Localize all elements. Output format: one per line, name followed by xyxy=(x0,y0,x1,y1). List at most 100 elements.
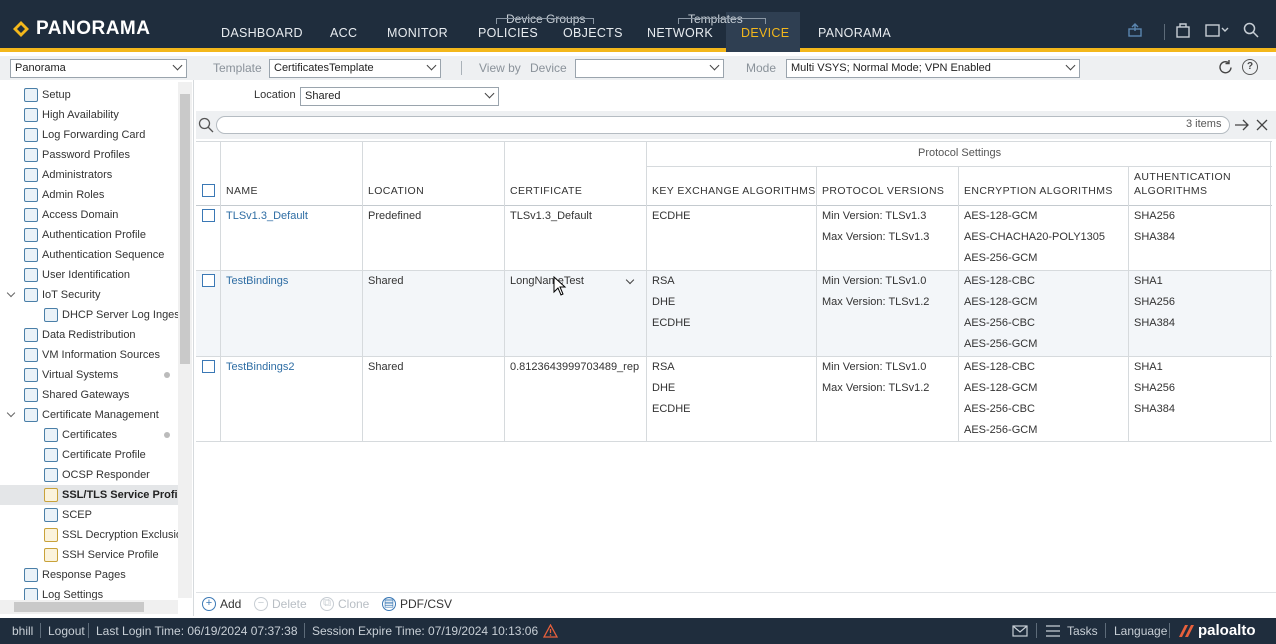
sidebar-item-authentication-profile[interactable]: Authentication Profile xyxy=(24,225,146,245)
iot-security-icon xyxy=(24,288,38,302)
delete-button[interactable]: − Delete xyxy=(254,597,307,611)
sidebar-item-certificate-management[interactable]: Certificate Management xyxy=(6,405,159,425)
sidebar-item-vm-information-sources[interactable]: VM Information Sources xyxy=(24,345,160,365)
row-checkbox[interactable] xyxy=(202,360,215,373)
sidebar-item-response-pages[interactable]: Response Pages xyxy=(24,565,126,585)
sidebar-item-dhcp-server-log-ingestion[interactable]: DHCP Server Log Inges xyxy=(44,305,180,325)
sidebar-item-password-profiles[interactable]: Password Profiles xyxy=(24,145,130,165)
context-select[interactable]: Panorama xyxy=(10,59,187,78)
expand-chevron-icon[interactable] xyxy=(6,288,16,298)
export-icon: ▤ xyxy=(382,597,396,611)
clone-icon: ⧉ xyxy=(320,597,334,611)
nav-objects[interactable]: OBJECTS xyxy=(563,26,623,40)
tasks-link[interactable]: Tasks xyxy=(1067,624,1098,638)
pdf-csv-button[interactable]: ▤ PDF/CSV xyxy=(382,597,452,611)
scrollbar-thumb[interactable] xyxy=(14,602,144,612)
help-icon[interactable]: ? xyxy=(1242,59,1258,75)
session-expire-time: Session Expire Time: 07/19/2024 10:13:06 xyxy=(312,624,539,638)
refresh-icon[interactable] xyxy=(1217,59,1234,76)
sidebar-item-ssh-service-profile[interactable]: SSH Service Profile xyxy=(44,545,159,565)
apply-filter-arrow-icon[interactable] xyxy=(1234,119,1250,131)
nav-monitor[interactable]: MONITOR xyxy=(387,26,448,40)
mail-icon[interactable] xyxy=(1012,625,1028,637)
filter-search-input[interactable] xyxy=(216,116,1230,134)
col-header-certificate[interactable]: CERTIFICATE xyxy=(510,185,582,197)
sidebar-vertical-scrollbar[interactable] xyxy=(178,82,192,598)
sidebar-item-log-forwarding-card[interactable]: Log Forwarding Card xyxy=(24,125,145,145)
sidebar-item-ssl-decryption-exclusion[interactable]: SSL Decryption Exclusio xyxy=(44,525,182,545)
mode-select[interactable]: Multi VSYS; Normal Mode; VPN Enabled xyxy=(786,59,1080,78)
select-all-checkbox[interactable] xyxy=(202,184,215,197)
config-lock-icon[interactable] xyxy=(1175,22,1191,38)
sidebar-item-high-availability[interactable]: High Availability xyxy=(24,105,119,125)
sidebar-item-setup[interactable]: Setup xyxy=(24,85,71,105)
nav-acc[interactable]: ACC xyxy=(330,26,357,40)
sidebar-horizontal-scrollbar[interactable] xyxy=(0,600,178,614)
certificate-profile-icon xyxy=(44,448,58,462)
nav-network[interactable]: NETWORK xyxy=(647,26,713,40)
nav-panorama[interactable]: PANORAMA xyxy=(818,26,891,40)
col-header-protocol-versions[interactable]: PROTOCOL VERSIONS xyxy=(822,185,944,197)
row-certificate[interactable]: LongNameTest xyxy=(510,275,584,287)
sidebar-item-virtual-systems[interactable]: Virtual Systems xyxy=(24,365,118,385)
sidebar-item-label: Administrators xyxy=(42,169,113,181)
row-auth: SHA384 xyxy=(1134,317,1175,329)
sidebar-item-label: Setup xyxy=(42,89,71,101)
sidebar-item-access-domain[interactable]: Access Domain xyxy=(24,205,118,225)
logout-link[interactable]: Logout xyxy=(48,624,85,638)
sidebar-item-user-identification[interactable]: User Identification xyxy=(24,265,130,285)
col-header-location[interactable]: LOCATION xyxy=(368,185,424,197)
panorama-logo[interactable]: PANORAMA xyxy=(12,18,150,40)
user-identification-icon xyxy=(24,268,38,282)
sidebar-item-admin-roles[interactable]: Admin Roles xyxy=(24,185,104,205)
sidebar-item-shared-gateways[interactable]: Shared Gateways xyxy=(24,385,129,405)
expand-chevron-icon[interactable] xyxy=(6,408,16,418)
nav-device[interactable]: DEVICE xyxy=(741,26,789,40)
sidebar-item-data-redistribution[interactable]: Data Redistribution xyxy=(24,325,136,345)
config-menu-icon[interactable] xyxy=(1205,22,1231,38)
location-select[interactable]: Shared xyxy=(300,87,499,106)
sidebar-item-ocsp-responder[interactable]: OCSP Responder xyxy=(44,465,150,485)
row-name-link[interactable]: TestBindings xyxy=(226,275,288,287)
clear-filter-icon[interactable] xyxy=(1256,119,1268,131)
divider xyxy=(40,623,41,638)
col-header-key-exchange[interactable]: KEY EXCHANGE ALGORITHMS xyxy=(652,185,816,197)
grid-line xyxy=(362,141,363,441)
chevron-down-icon xyxy=(484,88,495,99)
grid-line xyxy=(1128,166,1129,441)
sidebar-item-label: DHCP Server Log Inges xyxy=(62,309,180,321)
row-enc: AES-CHACHA20-POLY1305 xyxy=(964,231,1106,243)
sidebar-item-ssl-tls-service-profile[interactable]: SSL/TLS Service Profile xyxy=(0,485,187,505)
language-link[interactable]: Language xyxy=(1114,624,1167,638)
col-header-encryption[interactable]: ENCRYPTION ALGORITHMS xyxy=(964,185,1113,197)
sidebar-item-iot-security[interactable]: IoT Security xyxy=(6,285,101,305)
grid-line xyxy=(196,270,1272,271)
tasks-icon[interactable] xyxy=(1045,624,1061,638)
device-select[interactable] xyxy=(575,59,724,78)
sidebar-item-certificate-profile[interactable]: Certificate Profile xyxy=(44,445,146,465)
sidebar-item-administrators[interactable]: Administrators xyxy=(24,165,112,185)
warning-icon[interactable] xyxy=(543,624,558,638)
nav-group-bracket xyxy=(678,18,766,24)
row-name-link[interactable]: TestBindings2 xyxy=(226,361,295,373)
row-checkbox[interactable] xyxy=(202,274,215,287)
row-name-link[interactable]: TLSv1.3_Default xyxy=(226,210,308,222)
clone-button[interactable]: ⧉ Clone xyxy=(320,597,369,611)
mode-select-value: Multi VSYS; Normal Mode; VPN Enabled xyxy=(791,62,991,74)
sidebar-item-scep[interactable]: SCEP xyxy=(44,505,92,525)
nav-policies[interactable]: POLICIES xyxy=(478,26,538,40)
scrollbar-thumb[interactable] xyxy=(180,94,190,364)
row-enc: AES-256-GCM xyxy=(964,252,1038,264)
template-select[interactable]: CertificatesTemplate xyxy=(269,59,441,78)
commit-icon[interactable] xyxy=(1127,22,1143,38)
grid-line xyxy=(1270,141,1271,441)
item-count: 3 items xyxy=(1186,118,1222,130)
search-icon[interactable] xyxy=(1243,22,1259,38)
nav-dashboard[interactable]: DASHBOARD xyxy=(221,26,303,40)
sidebar-item-authentication-sequence[interactable]: Authentication Sequence xyxy=(24,245,164,265)
col-header-name[interactable]: NAME xyxy=(226,185,258,197)
sidebar-item-certificates[interactable]: Certificates xyxy=(44,425,117,445)
col-header-authentication[interactable]: AUTHENTICATION xyxy=(1134,171,1231,183)
add-button[interactable]: + Add xyxy=(202,597,241,611)
row-checkbox[interactable] xyxy=(202,209,215,222)
